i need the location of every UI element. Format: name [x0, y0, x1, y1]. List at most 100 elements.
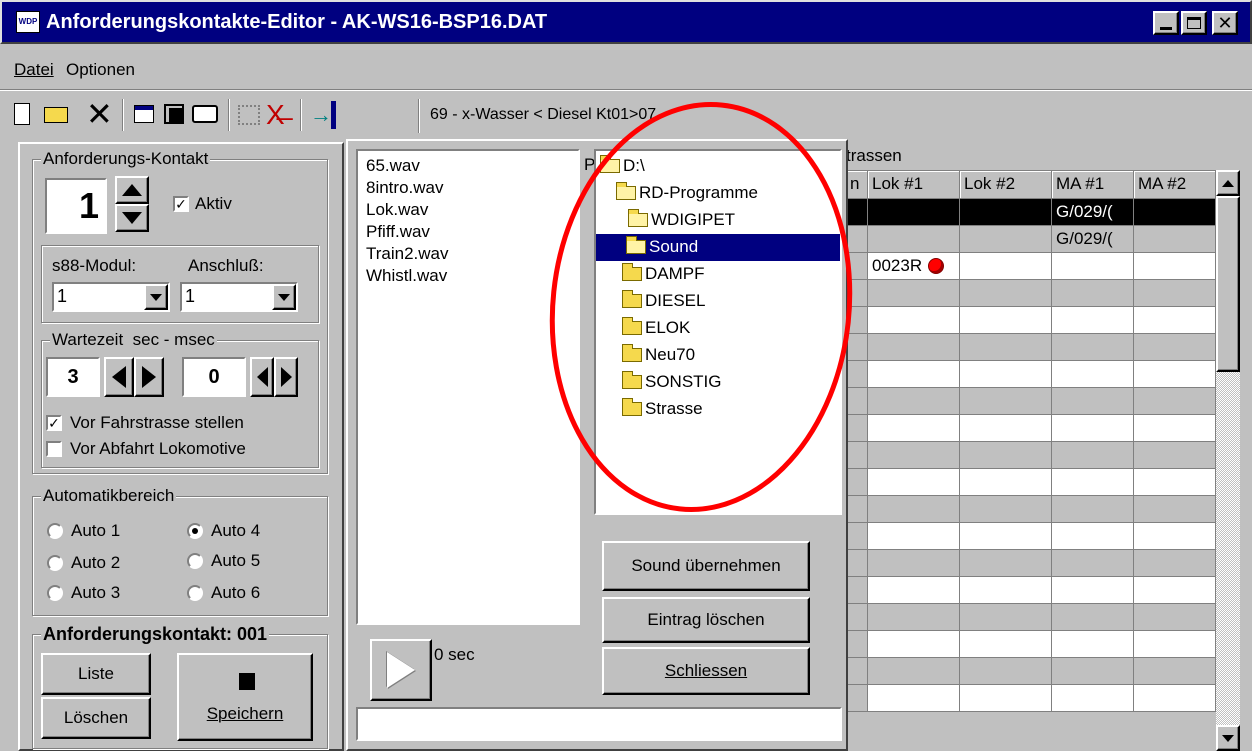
grid-cell[interactable] [960, 550, 1052, 577]
col-header-lok2[interactable]: Lok #2 [960, 171, 1052, 199]
auto6-radio[interactable] [187, 585, 203, 601]
grid-cell[interactable] [846, 658, 868, 685]
grid-cell[interactable] [960, 469, 1052, 496]
print-icon[interactable] [192, 105, 218, 123]
grid-cell[interactable] [960, 415, 1052, 442]
folder-item[interactable]: Neu70 [596, 342, 840, 369]
grid-cell[interactable]: 0023R [868, 253, 960, 280]
grid-cell[interactable] [1134, 577, 1216, 604]
grid-cell[interactable] [960, 658, 1052, 685]
folder-item[interactable]: WDIGIPET [596, 207, 840, 234]
grid-cell[interactable] [868, 658, 960, 685]
grid-cell[interactable] [846, 280, 868, 307]
grid-cell[interactable] [1134, 469, 1216, 496]
grid-cell[interactable]: G/029/( [1052, 226, 1134, 253]
wait-sec-increase[interactable] [134, 357, 164, 397]
liste-button[interactable]: Liste [41, 653, 151, 695]
grid-cell[interactable] [1052, 550, 1134, 577]
grid-cell[interactable] [868, 226, 960, 253]
scroll-thumb[interactable] [1216, 196, 1240, 372]
loeschen-button[interactable]: Löschen [41, 697, 151, 739]
app-icon[interactable]: WDP [16, 11, 40, 33]
auto3-radio[interactable] [47, 585, 63, 601]
grid-cell[interactable] [868, 442, 960, 469]
schliessen-button[interactable]: Schliessen [602, 647, 810, 695]
grid-cell[interactable] [1134, 496, 1216, 523]
grid-cell[interactable] [1052, 577, 1134, 604]
grid-cell[interactable] [960, 442, 1052, 469]
grid-cell[interactable] [1134, 334, 1216, 361]
grid-cell[interactable] [846, 199, 868, 226]
grid-cell[interactable] [1134, 604, 1216, 631]
sound-file-list[interactable]: 65.wav 8intro.wav Lok.wav Pfiff.wav Train2.w… [356, 149, 580, 625]
grid-cell[interactable] [846, 685, 868, 712]
grid-scrollbar[interactable] [1216, 170, 1240, 751]
grid-cell[interactable] [1052, 631, 1134, 658]
grid-cell[interactable] [868, 280, 960, 307]
auto2-radio[interactable] [47, 555, 63, 571]
grid-cell[interactable] [846, 469, 868, 496]
new-file-icon[interactable] [14, 103, 30, 125]
grid-cell[interactable] [1134, 307, 1216, 334]
grid-cell[interactable] [960, 577, 1052, 604]
grid-cell[interactable] [1134, 442, 1216, 469]
grid-cell[interactable] [868, 388, 960, 415]
grid-cell[interactable] [960, 307, 1052, 334]
menu-datei[interactable]: Datei [14, 60, 54, 80]
grid-cell[interactable] [1052, 334, 1134, 361]
grid-cell[interactable] [960, 361, 1052, 388]
wait-msec-increase[interactable] [274, 357, 298, 397]
grid-cell[interactable] [868, 685, 960, 712]
grid-cell[interactable] [846, 226, 868, 253]
grid-cell[interactable] [846, 415, 868, 442]
folder-item[interactable]: DAMPF [596, 261, 840, 288]
grid-cell[interactable] [960, 523, 1052, 550]
grid-cell[interactable] [960, 280, 1052, 307]
delete-icon[interactable]: ✕ [86, 96, 113, 132]
folder-item[interactable]: DIESEL [596, 288, 840, 315]
grid-cell[interactable] [1134, 226, 1216, 253]
wait-sec-decrease[interactable] [104, 357, 134, 397]
auto1-radio[interactable] [47, 523, 63, 539]
scroll-down-button[interactable] [1216, 725, 1240, 751]
grid-cell[interactable] [868, 604, 960, 631]
grid-cell[interactable] [1134, 280, 1216, 307]
grid-cell[interactable] [1052, 307, 1134, 334]
grid-cell[interactable] [1052, 280, 1134, 307]
fahrstrasse-checkbox[interactable]: ✓ [46, 415, 62, 431]
grid-cell[interactable] [868, 415, 960, 442]
clear-route-icon[interactable]: X̶ [266, 98, 285, 132]
folder-item[interactable]: RD-Programme [596, 180, 840, 207]
sound-uebernehmen-button[interactable]: Sound übernehmen [602, 541, 810, 591]
col-header-ma2[interactable]: MA #2 [1134, 171, 1216, 199]
contact-number-field[interactable]: 1 [45, 178, 107, 234]
eintrag-loeschen-button[interactable]: Eintrag löschen [602, 597, 810, 643]
grid-cell[interactable] [960, 334, 1052, 361]
grid-cell[interactable] [960, 226, 1052, 253]
folder-item[interactable]: D:\ [596, 153, 840, 180]
grid-cell[interactable] [846, 307, 868, 334]
properties-icon[interactable] [134, 105, 154, 123]
contact-up-button[interactable] [115, 176, 149, 204]
sound-folder-tree[interactable]: D:\ RD-Programme WDIGIPET Sound DAMPF DIESEL E… [594, 149, 842, 515]
grid-cell[interactable] [1134, 199, 1216, 226]
menu-optionen[interactable]: Optionen [66, 60, 135, 80]
grid-cell[interactable] [960, 388, 1052, 415]
col-header-n[interactable]: n [846, 171, 868, 199]
sound-file-item[interactable]: Whistl.wav [366, 265, 578, 287]
grid-cell[interactable] [868, 496, 960, 523]
grid-cell[interactable] [1052, 685, 1134, 712]
grid-cell[interactable] [1134, 253, 1216, 280]
grid-cell[interactable] [868, 550, 960, 577]
grid-cell[interactable] [846, 442, 868, 469]
save-icon[interactable] [164, 104, 184, 124]
grid-cell[interactable] [846, 334, 868, 361]
grid-cell[interactable] [846, 604, 868, 631]
grid-cell[interactable] [1134, 415, 1216, 442]
auto4-radio[interactable] [187, 523, 203, 539]
exit-icon[interactable]: → [310, 101, 336, 129]
minimize-button[interactable] [1153, 11, 1179, 35]
grid-cell[interactable] [868, 631, 960, 658]
grid-cell[interactable] [846, 577, 868, 604]
grid-cell[interactable] [846, 631, 868, 658]
